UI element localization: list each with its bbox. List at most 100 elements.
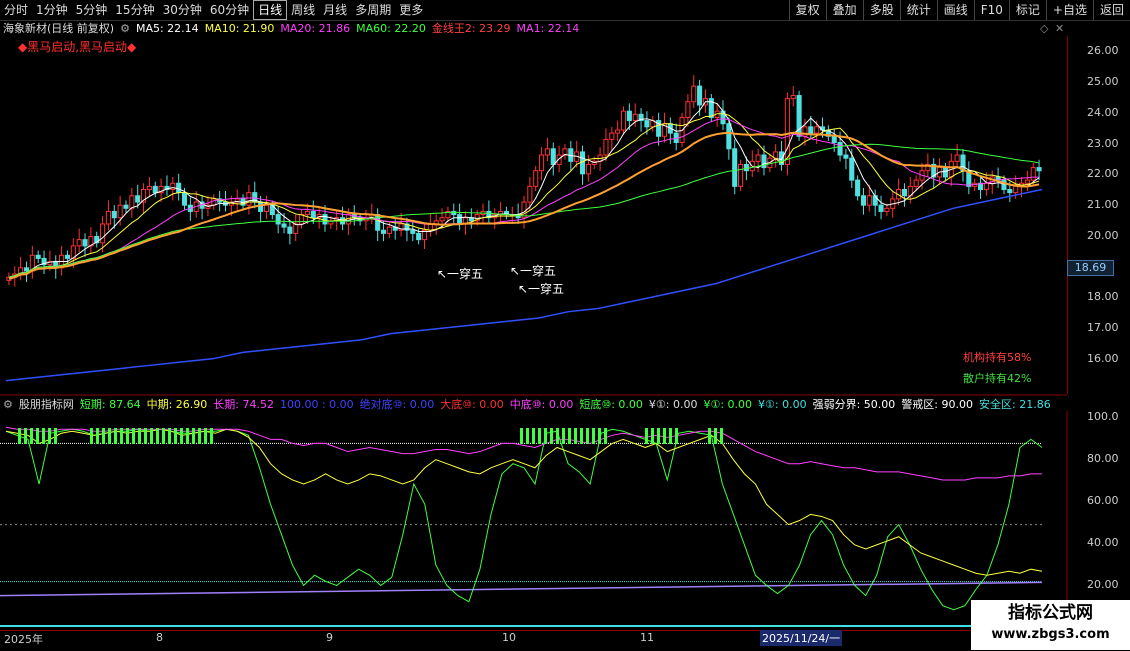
candle [211,194,217,210]
candle-body [263,204,270,212]
candle-body [293,223,299,234]
candle-body [942,167,948,178]
date-label: 9 [326,631,333,644]
settings-icon[interactable]: ⚙ [3,397,13,413]
signal-bar [604,428,607,444]
signal-bar [657,428,660,444]
candle-body [644,120,650,128]
candle [702,89,708,113]
candle [88,227,94,254]
candle-body [258,201,264,212]
candle-body [632,113,638,122]
candle [105,200,111,231]
signal-bar [550,428,553,444]
signal-bar [168,428,171,444]
candle [896,178,902,206]
candle-body [82,239,88,247]
candle [468,208,474,229]
candle [550,142,556,176]
date-label: 10 [502,631,516,644]
candle-body [299,214,305,225]
candle-body [170,182,176,191]
yen1-label: ¥①: 0.00 [648,398,698,411]
candle-body [738,163,744,187]
candle [931,158,937,188]
candle [708,93,714,123]
candle-body [831,135,837,144]
signal-bar [36,428,39,444]
signal-bar [675,428,678,444]
candle [375,208,381,242]
cross-annotation: ↖一穿五 [518,282,565,296]
candle [673,123,679,151]
level-100-label: 100.00 : 0.00 [279,398,354,411]
candle [398,213,404,237]
watermark-title: 指标公式网 [1008,603,1093,623]
candle-body [1007,189,1013,194]
candle [410,220,416,242]
candle [457,203,463,231]
kline-chart[interactable] [0,0,1130,650]
signal-bar [150,428,153,444]
signal-bar [598,428,601,444]
candle [562,144,568,160]
candle [620,106,627,135]
candle [299,209,305,229]
candle [667,117,673,145]
candle [539,147,545,181]
candle [217,191,223,212]
short-term-label: 短期: 87.64 [79,398,141,411]
candle-body [123,204,129,209]
signal-bar [96,428,99,444]
candle-body [281,223,287,228]
candle [966,161,972,195]
candle-body [691,85,697,103]
candle [486,200,492,224]
candle [140,183,147,213]
candle [59,245,65,276]
signal-bar [138,428,141,444]
candle-body [901,189,908,197]
indicator-info-bar: ⚙ 股朋指标网 短期: 87.64 中期: 26.90 长期: 74.52 10… [0,397,1051,413]
candle-body [550,148,556,165]
indicator-tick: 100.0 [1087,410,1119,423]
candle-body [386,226,392,234]
candle-body [620,110,627,131]
candle [773,144,779,168]
mid-term-line [5,428,1043,576]
candle [720,100,726,130]
candle-body [457,214,463,225]
candle-body [129,195,135,209]
candle [451,203,457,224]
candle-body [310,210,316,219]
indicator-tick: 60.00 [1087,494,1119,507]
candle [714,103,720,127]
signal-bar [186,428,189,444]
candle-body [849,157,855,181]
candle [35,250,41,264]
candle-body [146,185,152,191]
candle-body [527,185,533,203]
candle-body [410,229,416,234]
candle [234,189,240,210]
watermark-url: www.zbgs3.com [991,627,1110,642]
signal-bar [54,428,57,444]
signal-bar [192,428,195,444]
candle-body [837,142,843,156]
candle [954,144,960,168]
candle [855,175,861,201]
candle [544,137,550,162]
candle-body [1013,185,1019,194]
yen2-label: ¥①: 0.00 [703,398,753,411]
candle-body [176,182,182,194]
candle [164,175,170,196]
candle [287,220,293,245]
candle [1024,170,1030,192]
candle [29,245,35,279]
date-label: 11 [640,631,654,644]
candle [843,148,849,170]
candle-body [872,195,878,206]
candle-body [609,132,615,140]
big-bottom-label: 大底⑩: 0.00 [440,398,504,411]
candle [193,191,199,218]
